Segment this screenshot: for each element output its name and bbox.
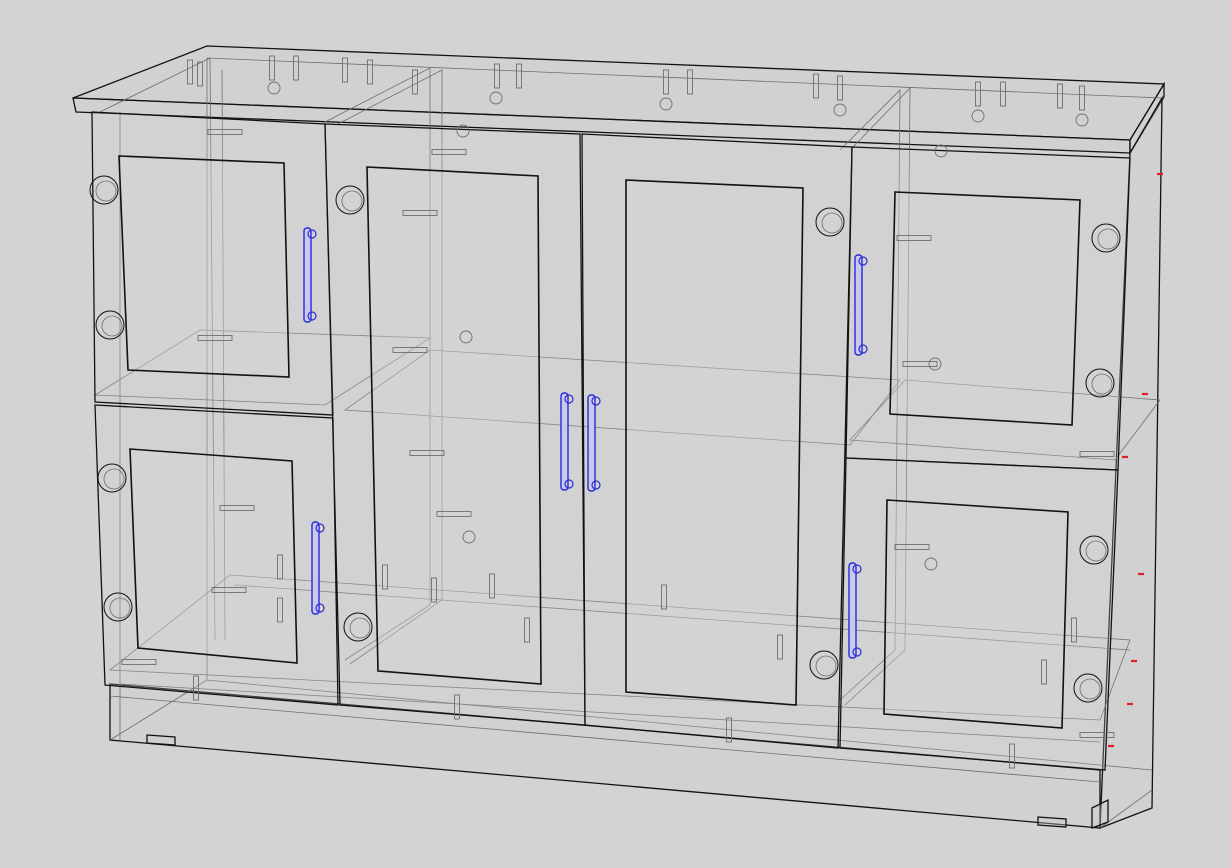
door-handle-2 — [311, 521, 320, 615]
glass-pane-5 — [889, 191, 1081, 426]
glass-pane-1 — [118, 155, 290, 378]
glass-pane-3 — [366, 166, 542, 685]
3d-model-viewport[interactable] — [0, 0, 1231, 868]
door-handle-6 — [848, 562, 857, 659]
door-handle-5 — [854, 254, 863, 356]
door-handle-4 — [587, 394, 596, 492]
door-handle-1 — [303, 227, 312, 323]
glass-pane-4 — [625, 179, 804, 706]
glass-pane-2 — [129, 448, 298, 664]
cabinet-doors — [91, 111, 1131, 771]
door-handle-3 — [560, 392, 569, 491]
foot-right — [1037, 816, 1067, 828]
sideboard-cabinet-wireframe — [0, 0, 1231, 868]
foot-left — [146, 734, 176, 746]
glass-pane-6 — [883, 499, 1069, 729]
